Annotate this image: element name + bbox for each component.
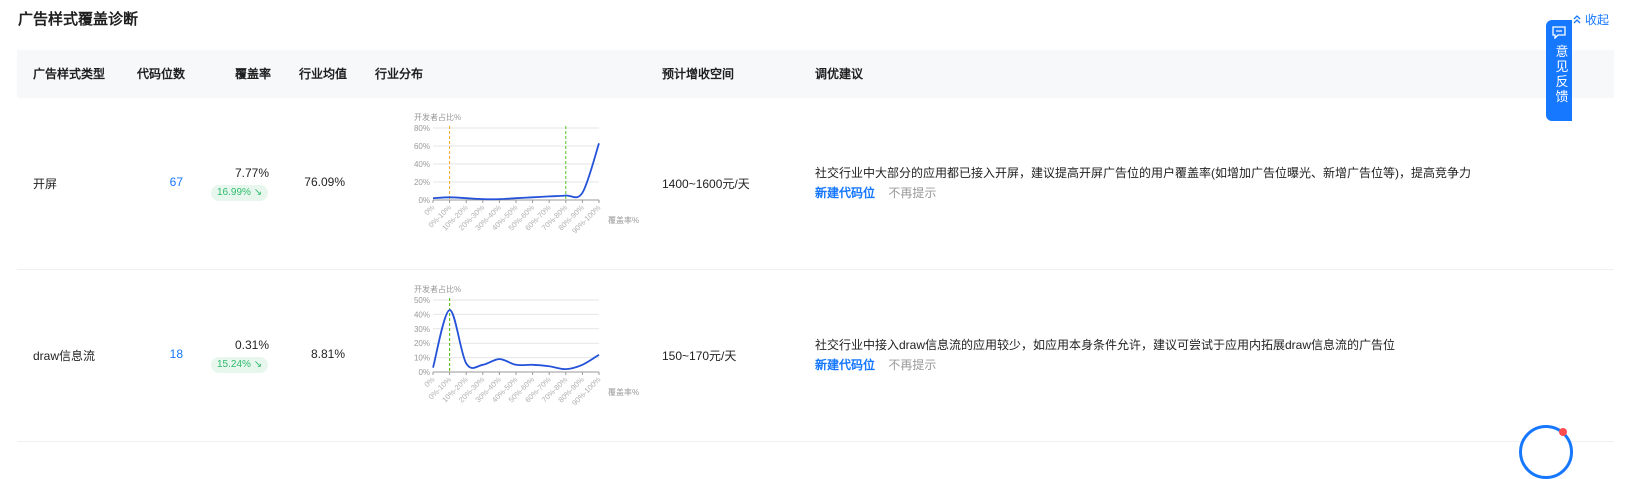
new-slot-button[interactable]: 新建代码位: [815, 186, 875, 200]
row-actions: 新建代码位 不再提示: [815, 356, 936, 373]
y-axis-label: 开发者占比%: [414, 112, 461, 122]
section-header: 广告样式覆盖诊断 收起: [18, 10, 1609, 34]
col-industry-distribution: 行业分布: [375, 67, 424, 81]
coverage-change-badge: 15.24% ↘: [211, 357, 269, 373]
slot-count-link[interactable]: 18: [137, 347, 183, 361]
table-header: 广告样式类型 代码位数 覆盖率 行业均值 行业分布 预计增收空间 调优建议: [17, 50, 1614, 98]
message-icon: [1546, 26, 1572, 42]
diagnosis-table: 广告样式类型 代码位数 覆盖率 行业均值 行业分布 预计增收空间 调优建议 开屏…: [17, 50, 1614, 442]
series-line: [432, 309, 600, 371]
x-axis-label: 覆盖率%: [608, 215, 639, 225]
revenue-space: 150~170元/天: [662, 349, 737, 363]
col-slot-count: 代码位数: [137, 67, 186, 81]
y-tick-label: 60%: [414, 142, 430, 151]
row-actions: 新建代码位 不再提示: [815, 184, 936, 201]
coverage-change-badge: 16.99% ↘: [211, 185, 269, 201]
collapse-label: 收起: [1584, 13, 1609, 27]
feedback-label: 意见反馈: [1555, 44, 1569, 104]
dismiss-button[interactable]: 不再提示: [888, 186, 936, 200]
chevron-double-up-icon: [1573, 11, 1581, 31]
slot-count-link[interactable]: 67: [137, 175, 183, 189]
advice-text: 社交行业中大部分的应用都已接入开屏，建议提高开屏广告位的用户覆盖率(如增加广告位…: [815, 166, 1471, 180]
revenue-space: 1400~1600元/天: [662, 177, 750, 191]
y-tick-label: 20%: [414, 339, 430, 348]
y-axis-label: 开发者占比%: [414, 284, 461, 294]
ad-type: 开屏: [33, 177, 58, 191]
dismiss-button[interactable]: 不再提示: [888, 358, 936, 372]
table-row: 开屏 67 7.77% 16.99% ↘ 76.09% 开发者占比% 0% 20% 4…: [17, 98, 1614, 270]
x-axis-label: 覆盖率%: [608, 387, 639, 397]
table-row: draw信息流 18 0.31% 15.24% ↘ 8.81% 开发者占比% 0%…: [17, 270, 1614, 442]
notification-dot: [1559, 428, 1567, 436]
distribution-chart: 开发者占比%0%20%40%60%80%0%0%-10%10%-20%20%-3…: [414, 112, 639, 235]
feedback-button[interactable]: 意见反馈: [1546, 20, 1572, 121]
col-revenue-space: 预计增收空间: [662, 67, 735, 81]
col-coverage: 覆盖率: [235, 67, 272, 81]
ad-type: draw信息流: [33, 349, 96, 363]
collapse-button[interactable]: 收起: [1573, 10, 1609, 31]
industry-avg: 76.09%: [304, 175, 345, 189]
advice-text: 社交行业中接入draw信息流的应用较少，如应用本身条件允许，建议可尝试于应用内拓…: [815, 338, 1396, 352]
col-advice: 调优建议: [815, 67, 864, 81]
distribution-chart: 开发者占比%0%10%20%30%40%50%0%0%-10%10%-20%20…: [414, 284, 639, 407]
y-tick-label: 10%: [414, 354, 430, 363]
y-tick-label: 50%: [414, 296, 430, 305]
col-ad-type: 广告样式类型: [33, 67, 106, 81]
y-tick-label: 40%: [414, 310, 430, 319]
y-tick-label: 30%: [414, 325, 430, 334]
coverage-value: 0.31%: [234, 338, 269, 352]
section-title: 广告样式覆盖诊断: [18, 11, 139, 28]
new-slot-button[interactable]: 新建代码位: [815, 358, 875, 372]
coverage-value: 7.77%: [234, 166, 269, 180]
y-tick-label: 80%: [414, 124, 430, 133]
series-line: [432, 143, 600, 201]
y-tick-label: 40%: [414, 160, 430, 169]
col-industry-avg: 行业均值: [299, 67, 348, 81]
industry-avg: 8.81%: [310, 347, 345, 361]
y-tick-label: 20%: [414, 178, 430, 187]
